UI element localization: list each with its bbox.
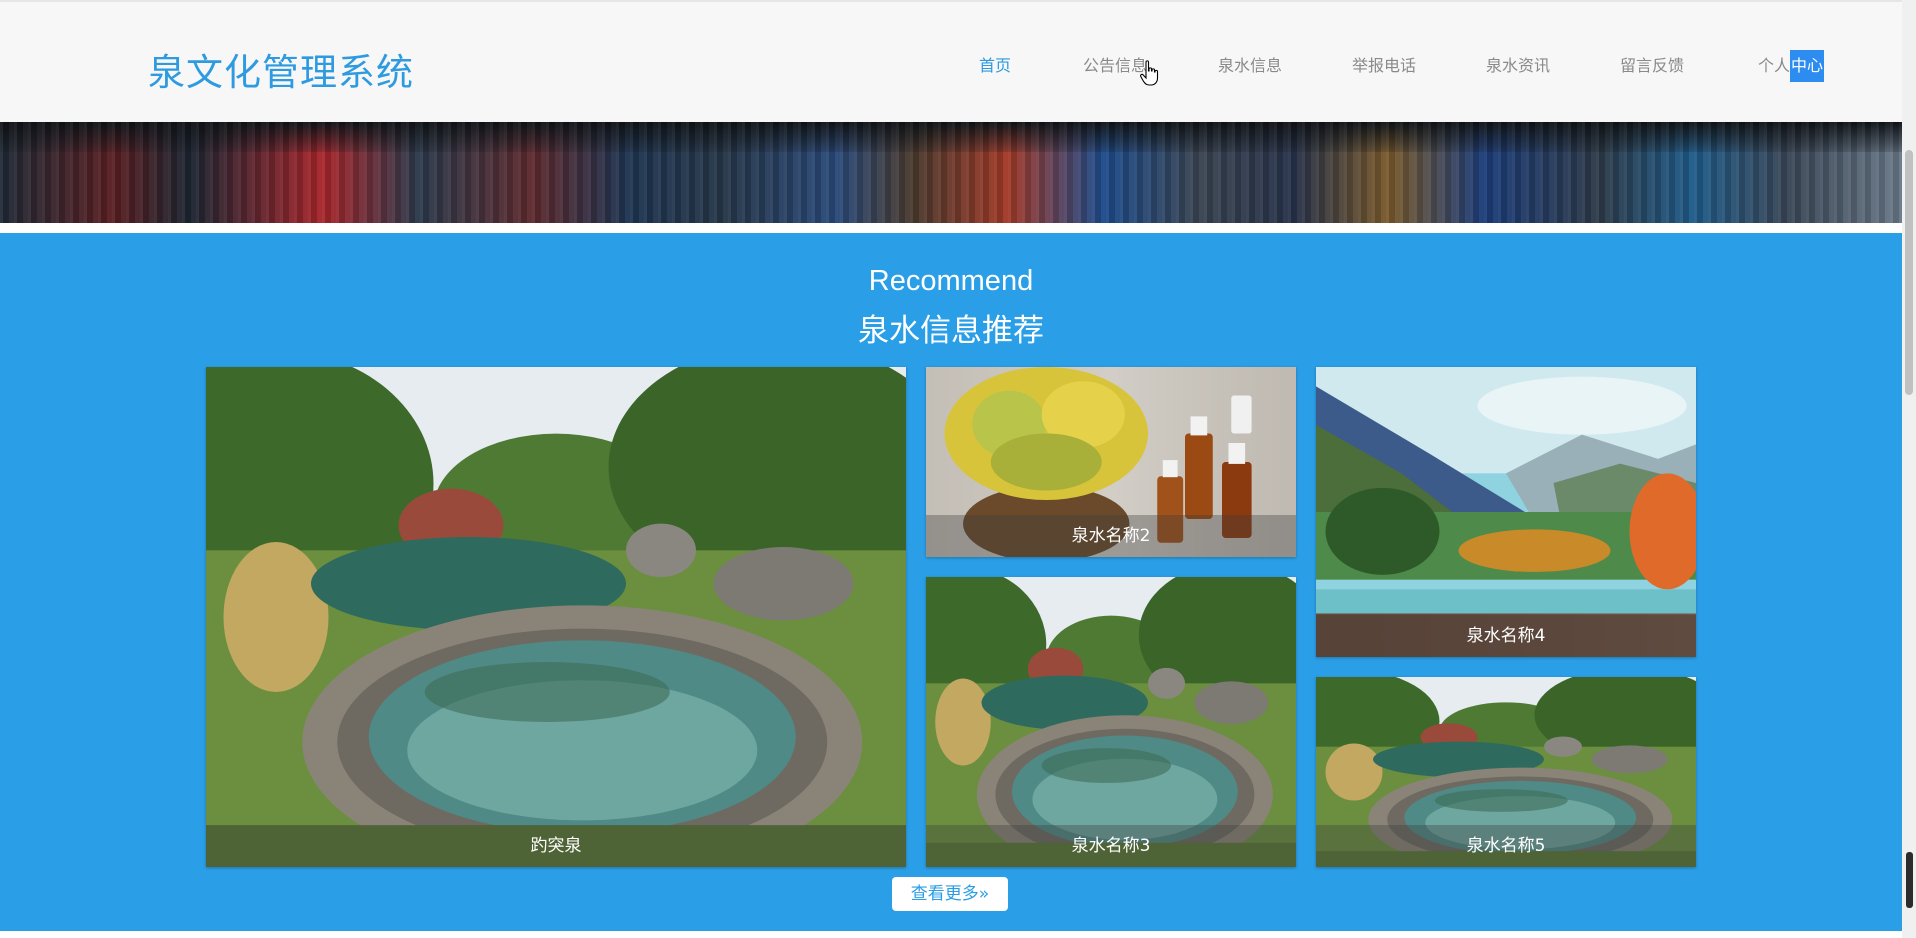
view-more-button[interactable]: 查看更多»	[892, 877, 1008, 911]
hand-pointer-icon	[1140, 60, 1159, 86]
nav-item-personal-center[interactable]: 个人中心	[1758, 50, 1825, 82]
page-bottom-gap	[0, 931, 1902, 938]
nav-item-spring-news[interactable]: 泉水资讯	[1486, 52, 1550, 76]
nav-item-feedback[interactable]: 留言反馈	[1620, 52, 1684, 76]
recommend-card-2[interactable]: 泉水名称2	[926, 367, 1296, 557]
vertical-scrollbar[interactable]	[1902, 0, 1916, 938]
nav-item-announcements[interactable]: 公告信息	[1083, 52, 1147, 76]
recommend-card-3[interactable]: 泉水名称3	[926, 577, 1296, 867]
recommend-card-1[interactable]: 趵突泉	[206, 367, 906, 867]
banner-image	[0, 122, 1902, 223]
recommend-title-cn: 泉水信息推荐	[858, 313, 1044, 349]
main-nav: 首页 公告信息 泉水信息 举报电话 泉水资讯 留言反馈 个人中心	[0, 2, 1902, 124]
personal-center-prefix: 个人	[1758, 56, 1791, 75]
scrollbar-bottom-marker	[1906, 852, 1913, 908]
recommend-section: Recommend 泉水信息推荐 趵突泉 泉水名称2 泉水名称3 泉水名称4 泉…	[0, 233, 1902, 931]
personal-center-highlight: 中心	[1790, 50, 1825, 82]
hot-spring-image	[206, 367, 906, 867]
scrollbar-thumb[interactable]	[1905, 150, 1913, 395]
card-caption: 泉水名称4	[1316, 615, 1696, 657]
recommend-card-4[interactable]: 泉水名称4	[1316, 367, 1696, 657]
nav-item-home[interactable]: 首页	[979, 52, 1011, 76]
site-header: 泉文化管理系统 首页 公告信息 泉水信息 举报电话 泉水资讯 留言反馈 个人中心	[0, 0, 1902, 122]
mountain-pool-image	[1316, 367, 1696, 657]
card-caption: 趵突泉	[206, 825, 906, 867]
recommend-title-en: Recommend	[868, 265, 1034, 297]
recommend-card-5[interactable]: 泉水名称5	[1316, 677, 1696, 867]
card-caption: 泉水名称5	[1316, 825, 1696, 867]
card-caption: 泉水名称2	[926, 515, 1296, 557]
banner-divider	[0, 223, 1902, 233]
hot-spring-image	[926, 577, 1296, 867]
nav-item-spring-info[interactable]: 泉水信息	[1218, 52, 1282, 76]
nav-item-report-phone[interactable]: 举报电话	[1352, 52, 1416, 76]
card-caption: 泉水名称3	[926, 825, 1296, 867]
